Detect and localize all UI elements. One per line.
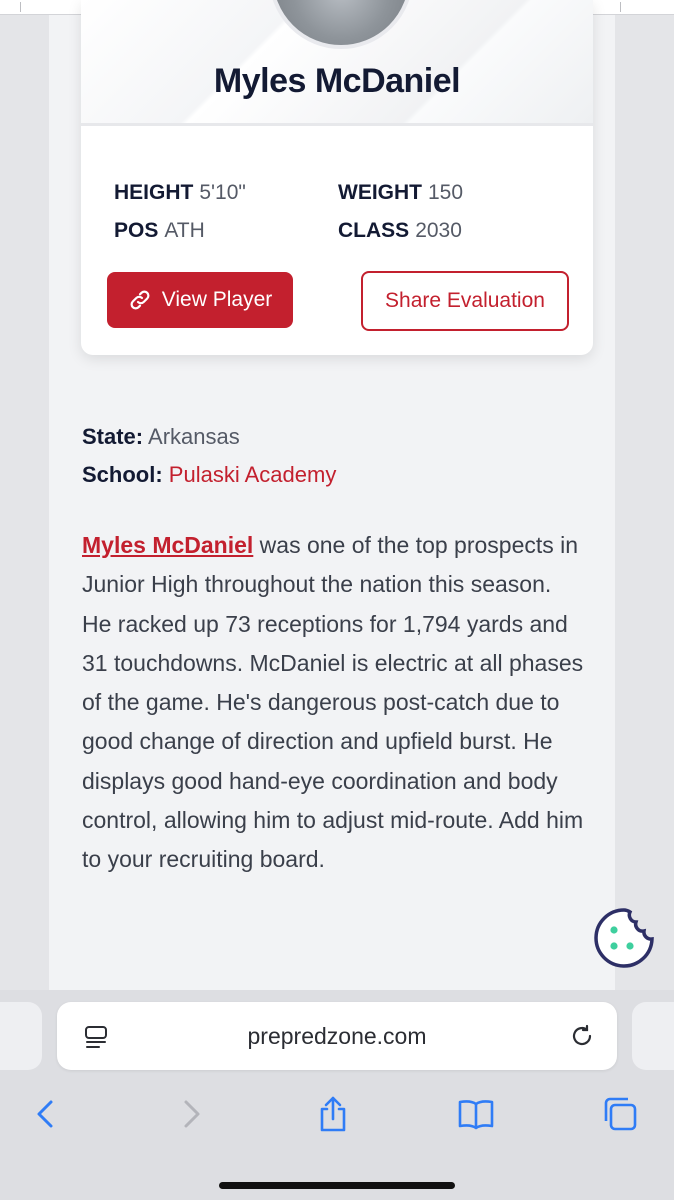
reload-icon[interactable] [569,1023,595,1049]
stat-pos: POS ATH [114,219,205,243]
stat-label: CLASS [338,219,410,242]
link-icon [130,290,150,310]
ruler-tick [620,2,621,12]
stat-weight: WEIGHT 150 [338,181,463,205]
stat-value: 2030 [415,219,462,242]
view-player-label: View Player [161,288,273,311]
school-label: School: [82,462,163,487]
state-label: State: [82,424,144,449]
url-text: prepredzone.com [247,1023,427,1049]
home-indicator [219,1182,455,1189]
ruler-tick [20,2,21,12]
stat-class: CLASS 2030 [338,219,462,243]
stat-value: ATH [164,219,205,242]
stat-value: 5'10" [199,181,246,204]
state-value: Arkansas [148,424,240,449]
player-name: Myles McDaniel [213,62,461,100]
tabs-icon[interactable] [600,1094,640,1134]
player-card-header: Myles McDaniel [81,0,593,126]
back-icon[interactable] [25,1094,65,1134]
state-line: State: Arkansas [82,424,240,450]
share-evaluation-label: Share Evaluation [385,289,545,312]
school-line: School: Pulaski Academy [82,462,336,488]
player-avatar [269,0,413,49]
article-paragraph: Myles McDaniel was one of the top prospe… [82,526,587,880]
share-icon[interactable] [313,1094,353,1134]
cookie-settings-icon[interactable] [592,906,656,970]
stat-label: HEIGHT [114,181,194,204]
previous-tab-preview[interactable] [0,1002,42,1070]
next-tab-preview[interactable] [632,1002,674,1070]
stat-height: HEIGHT 5'10" [114,181,246,205]
address-bar[interactable]: prepredzone.com [57,1002,617,1070]
stat-value: 150 [428,181,464,204]
stat-label: POS [114,219,159,242]
browser-chrome: prepredzone.com [0,990,674,1200]
player-name-link[interactable]: Myles McDaniel [82,532,253,558]
share-evaluation-button[interactable]: Share Evaluation [361,271,569,331]
article-body: was one of the top prospects in Junior H… [82,532,584,873]
bookmarks-icon[interactable] [456,1094,496,1134]
school-link[interactable]: Pulaski Academy [169,462,337,487]
view-player-button[interactable]: View Player [107,272,293,328]
stat-label: WEIGHT [338,181,422,204]
forward-icon[interactable] [172,1094,212,1134]
player-card: Myles McDaniel HEIGHT 5'10" WEIGHT 150 POS… [81,0,593,355]
